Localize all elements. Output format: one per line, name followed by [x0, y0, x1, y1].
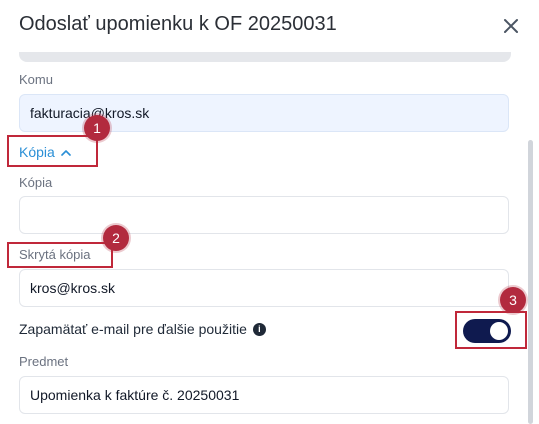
to-label: Komu: [19, 72, 53, 87]
close-icon: [504, 19, 518, 33]
highlight-box-toggle: [455, 311, 527, 349]
send-reminder-dialog: Odoslať upomienku k OF 20250031 Komu fak…: [0, 0, 539, 424]
remember-email-label: Zapamätať e-mail pre ďalšie použitie: [19, 321, 247, 337]
annotation-badge-2: 2: [103, 225, 129, 251]
annotation-badge-3: 3: [500, 287, 526, 313]
subject-label: Predmet: [19, 354, 69, 369]
cc-label: Kópia: [19, 175, 53, 190]
bcc-field[interactable]: kros@kros.sk: [19, 269, 509, 307]
cc-field[interactable]: [19, 196, 509, 234]
scrolled-content-edge: [19, 52, 511, 62]
info-icon[interactable]: i: [252, 322, 266, 336]
close-button[interactable]: [498, 13, 524, 39]
subject-field[interactable]: Upomienka k faktúre č. 20250031: [19, 376, 509, 414]
remember-email-row: Zapamätať e-mail pre ďalšie použitie i: [19, 321, 266, 337]
highlight-box-cc-toggle: [7, 135, 98, 167]
annotation-badge-1: 1: [84, 115, 110, 141]
highlight-box-bcc-label: [7, 242, 113, 268]
dialog-title: Odoslať upomienku k OF 20250031: [19, 13, 337, 35]
scrollbar-thumb[interactable]: [528, 140, 533, 424]
